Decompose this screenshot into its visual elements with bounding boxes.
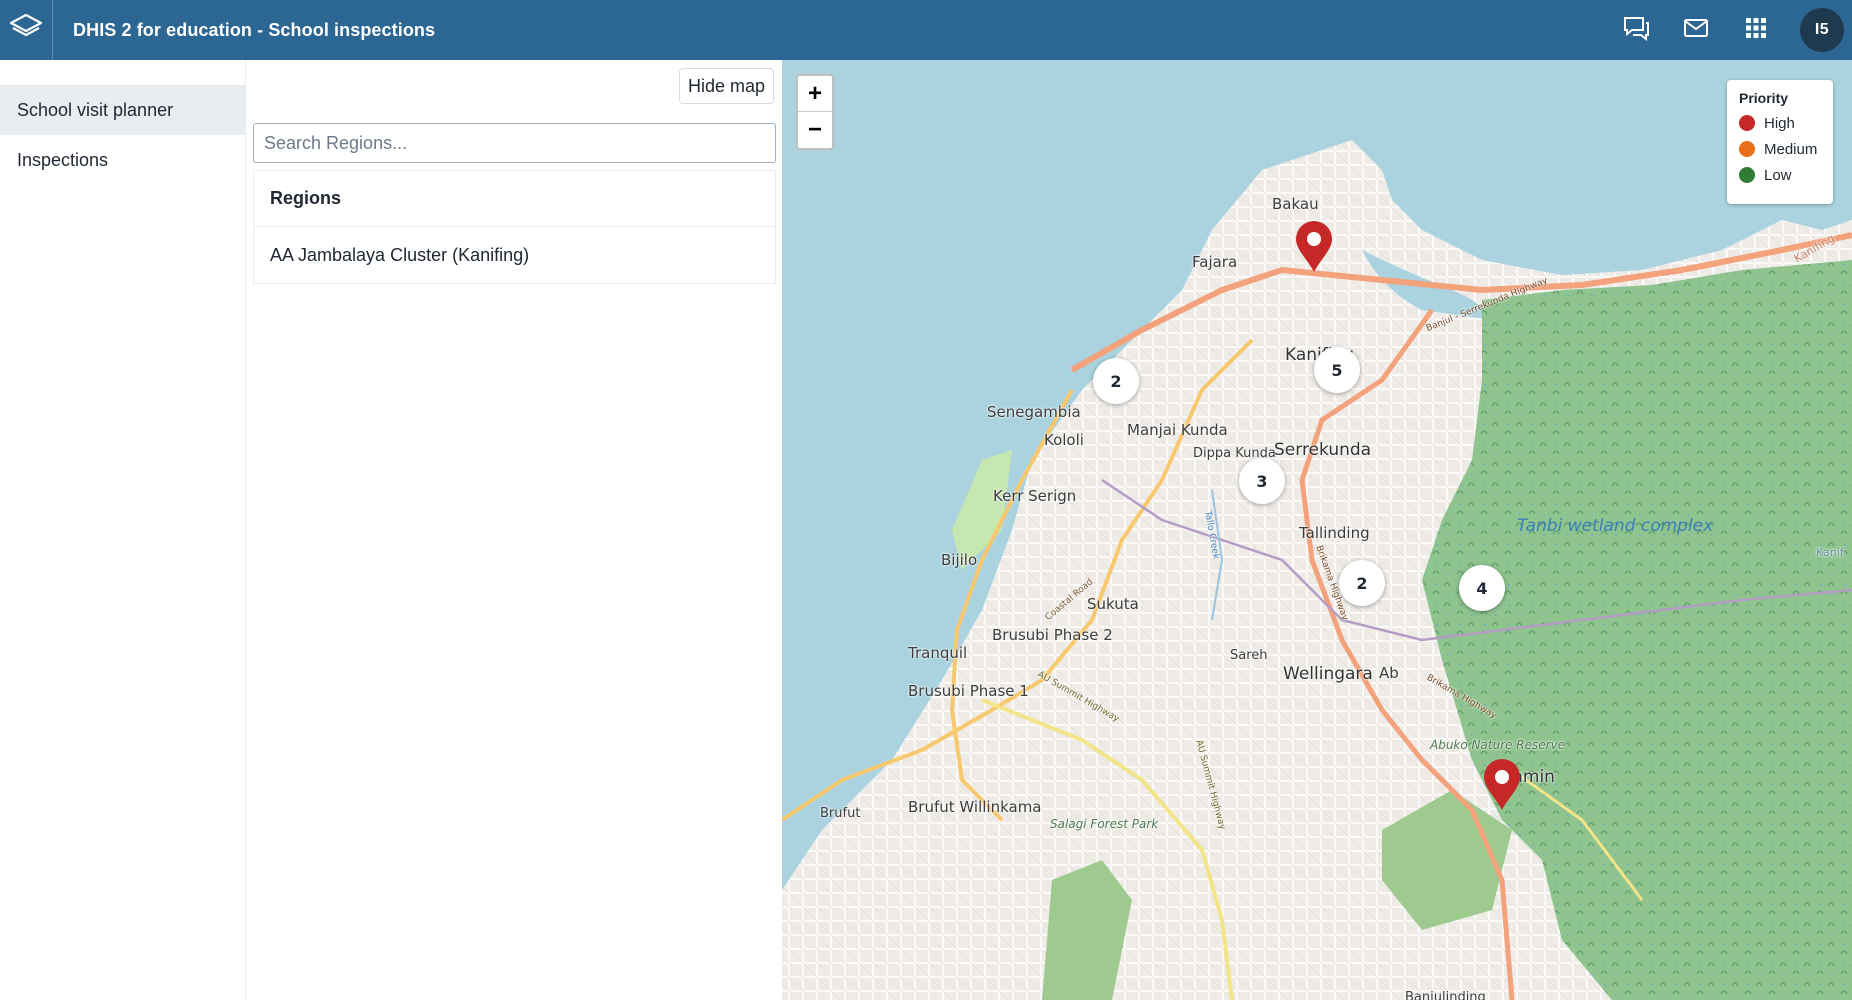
profile-avatar[interactable]: I5 — [1800, 8, 1844, 52]
header-bar: DHIS 2 for education - School inspection… — [0, 0, 1852, 60]
table-header: Regions — [254, 171, 775, 227]
sidebar: School visit planner Inspections — [0, 60, 246, 1000]
regions-table: Regions AA Jambalaya Cluster (Kanifing) — [253, 170, 776, 284]
zoom-control: + − — [796, 74, 834, 150]
high-priority-school-pin[interactable] — [1482, 758, 1522, 812]
legend-item-high: High — [1739, 110, 1821, 136]
place-label: Kanif — [1816, 546, 1844, 559]
place-label: Bijilo — [941, 551, 978, 569]
legend-dot — [1739, 115, 1755, 131]
place-label: Brufut — [820, 806, 861, 821]
place-label: Brusubi Phase 1 — [908, 682, 1029, 700]
place-label: Brufut Willinkama — [908, 798, 1042, 816]
place-label: Banjulinding — [1405, 990, 1486, 1000]
place-label: Tranquil — [908, 644, 968, 662]
interpretations-button[interactable] — [1606, 0, 1666, 60]
high-priority-school-pin[interactable] — [1294, 220, 1334, 274]
legend-label: High — [1764, 114, 1795, 132]
legend-dot — [1739, 167, 1755, 183]
school-cluster[interactable]: 3 — [1239, 458, 1285, 504]
map-marker-icon — [1482, 759, 1522, 816]
place-label: Manjai Kunda — [1127, 421, 1228, 439]
zoom-in-button[interactable]: + — [798, 76, 832, 112]
apps-icon — [1744, 16, 1768, 45]
water-label: Tanbi wetland complex — [1517, 516, 1714, 536]
place-label: Serrekunda — [1274, 440, 1372, 460]
sidebar-item-inspections[interactable]: Inspections — [0, 135, 245, 185]
place-label: Brusubi Phase 2 — [992, 626, 1113, 644]
legend-item-medium: Medium — [1739, 136, 1821, 162]
school-cluster[interactable]: 5 — [1314, 347, 1360, 393]
regions-panel: Hide map Regions AA Jambalaya Cluster (K… — [246, 60, 782, 1000]
place-label: Wellingara — [1283, 664, 1373, 684]
sidebar-item-school-visit-planner[interactable]: School visit planner — [0, 85, 245, 135]
place-label: Ab — [1379, 664, 1399, 682]
place-label: Fajara — [1192, 253, 1238, 271]
interpretations-icon — [1622, 15, 1650, 46]
school-cluster[interactable]: 4 — [1459, 565, 1505, 611]
sidebar-item-label: School visit planner — [17, 99, 174, 120]
search-regions-input[interactable] — [253, 123, 776, 163]
place-label: Tallinding — [1299, 524, 1370, 542]
place-label: Sukuta — [1087, 595, 1139, 613]
priority-legend: Priority High Medium Low — [1727, 80, 1833, 204]
park-label: Abuko Nature Reserve — [1430, 738, 1565, 752]
app-title: DHIS 2 for education - School inspection… — [73, 19, 436, 40]
map-view[interactable]: Bakau Fajara Kanifing Senegambia Manjai … — [782, 60, 1852, 1000]
legend-item-low: Low — [1739, 162, 1821, 188]
hide-map-button[interactable]: Hide map — [678, 68, 774, 104]
place-label: Bakau — [1272, 195, 1319, 213]
place-label: Senegambia — [987, 403, 1081, 421]
logo-icon — [9, 13, 43, 48]
place-label: Sareh — [1230, 648, 1268, 663]
park-label: Salagi Forest Park — [1050, 817, 1159, 831]
table-row[interactable]: AA Jambalaya Cluster (Kanifing) — [254, 227, 775, 283]
dhis2-logo[interactable] — [0, 0, 53, 60]
legend-dot — [1739, 141, 1755, 157]
apps-menu-button[interactable] — [1726, 0, 1786, 60]
sidebar-item-label: Inspections — [17, 149, 109, 170]
messages-button[interactable] — [1666, 0, 1726, 60]
place-label: Kololi — [1044, 431, 1084, 449]
map-marker-icon — [1294, 221, 1334, 278]
legend-title: Priority — [1739, 90, 1789, 106]
zoom-out-button[interactable]: − — [798, 112, 832, 148]
place-label: Kerr Serign — [993, 487, 1077, 505]
legend-label: Medium — [1764, 140, 1818, 158]
messages-icon — [1683, 18, 1709, 43]
legend-label: Low — [1764, 166, 1792, 184]
school-cluster[interactable]: 2 — [1093, 358, 1139, 404]
school-cluster[interactable]: 2 — [1339, 560, 1385, 606]
